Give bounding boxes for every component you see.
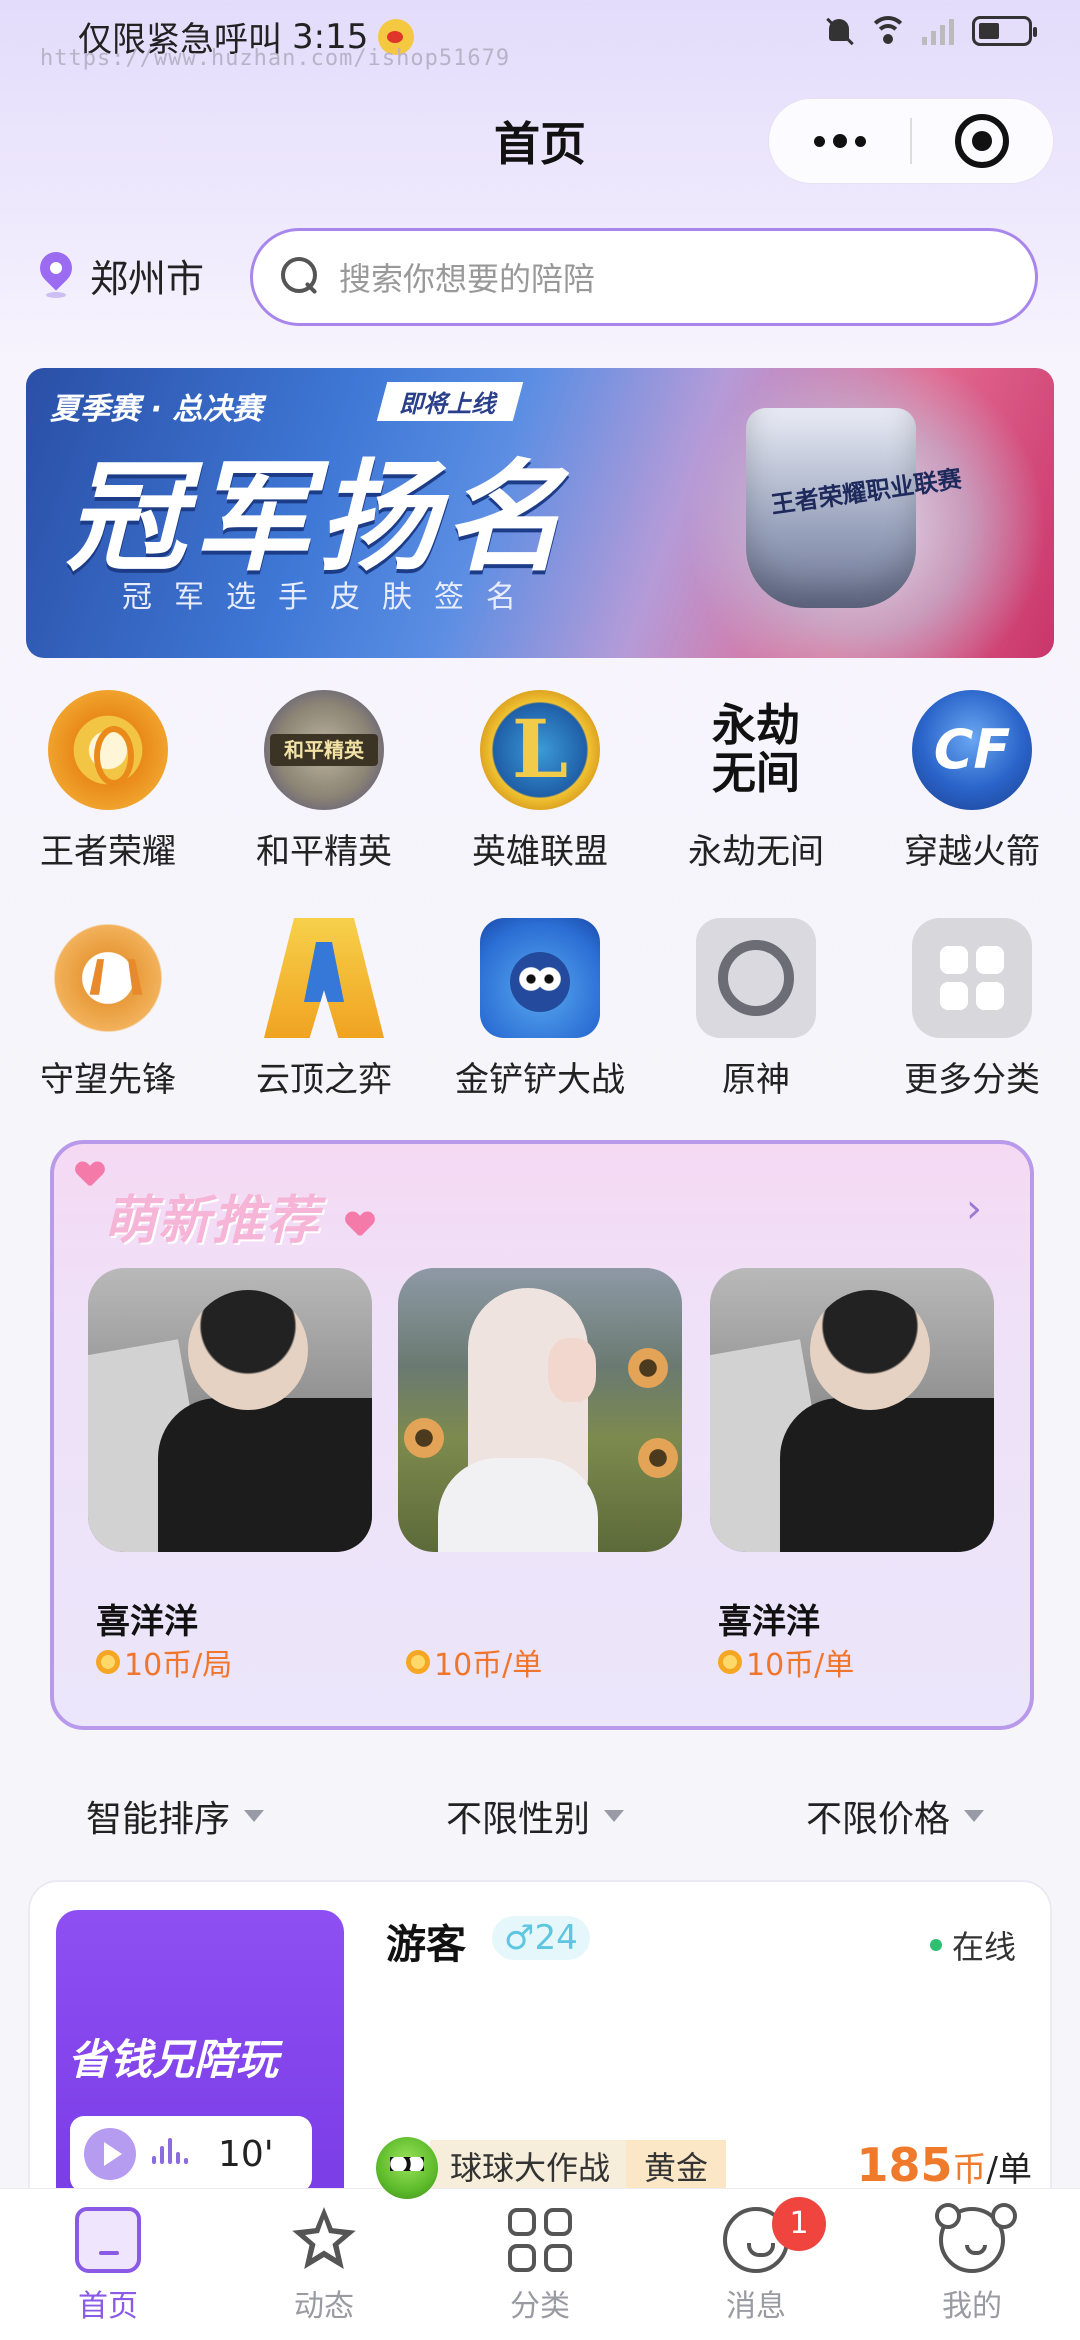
coin-icon <box>96 1650 120 1674</box>
tab-home[interactable]: 首页 <box>0 2189 216 2340</box>
wifi-icon <box>868 16 908 46</box>
tab-category[interactable]: 分类 <box>432 2189 648 2340</box>
search-icon <box>281 257 321 297</box>
avatar-photo <box>710 1268 994 1552</box>
recommend-title: 萌新推荐 <box>104 1191 321 1251</box>
game-item-naraka[interactable]: 永劫无间 永劫无间 <box>656 690 856 873</box>
search-bar[interactable]: 搜索你想要的陪陪 <box>250 228 1038 326</box>
game-item-genshin[interactable]: 原神 <box>656 918 856 1101</box>
overwatch-icon <box>48 918 168 1038</box>
coin-icon <box>718 1650 742 1674</box>
game-item-tft[interactable]: 云顶之弈 <box>224 918 424 1101</box>
dot-icon <box>854 135 866 147</box>
heart-icon <box>76 1162 102 1186</box>
grid-icon <box>507 2207 573 2273</box>
promo-text: 省钱兄陪玩 <box>68 2035 279 2084</box>
voice-length: 10' <box>218 2133 274 2175</box>
player-name: 游客 <box>386 1922 466 1968</box>
banner-subline: 冠军选手皮肤签名 <box>122 580 538 615</box>
golden-spatula-icon <box>480 918 600 1038</box>
bear-face-icon <box>935 2203 1005 2273</box>
game-item-golden-spatula[interactable]: 金铲铲大战 <box>440 918 640 1101</box>
gender-filter[interactable]: 不限性别 <box>446 1790 625 1842</box>
recommend-item[interactable]: 喜洋洋 10币/单 <box>710 1268 994 1684</box>
genshin-icon <box>696 918 816 1038</box>
promo-banner[interactable]: 王者荣耀职业联赛 夏季赛 · 总决赛 即将上线 冠军扬名 冠军选手皮肤签名 <box>26 368 1054 658</box>
tab-profile[interactable]: 我的 <box>864 2189 1080 2340</box>
play-icon <box>84 2128 136 2180</box>
more-options-button[interactable] <box>769 98 910 184</box>
dot-icon <box>832 134 847 148</box>
mini-program-capsule <box>768 98 1054 184</box>
waveform-icon <box>152 2136 192 2172</box>
recommend-item[interactable]: 喜洋洋 10币/局 <box>88 1268 372 1684</box>
game-item-lol[interactable]: 英雄联盟 <box>440 690 640 873</box>
watermark-text: https://www.huzhan.com/ishop51679 <box>40 46 511 71</box>
target-close-icon <box>955 114 1010 168</box>
caret-down-icon <box>604 1810 625 1822</box>
tab-feed[interactable]: 动态 <box>216 2189 432 2340</box>
star-icon <box>292 2207 356 2270</box>
sort-filter[interactable]: 智能排序 <box>86 1790 265 1842</box>
online-status: 在线 <box>930 1922 1016 1968</box>
signal-icon <box>922 17 958 45</box>
naraka-icon: 永劫无间 <box>712 700 800 799</box>
crossfire-icon <box>912 690 1032 810</box>
gender-age-badge: ♂24 <box>492 1916 590 1960</box>
game-item-crossfire[interactable]: 穿越火箭 <box>872 690 1072 873</box>
search-input[interactable]: 搜索你想要的陪陪 <box>339 254 595 300</box>
league-of-legends-icon <box>480 690 600 810</box>
caret-down-icon <box>244 1810 265 1822</box>
game-item-peace-elite[interactable]: 和平精英 和平精英 <box>224 690 424 873</box>
game-item-more[interactable]: 更多分类 <box>872 918 1072 1101</box>
price-filter[interactable]: 不限价格 <box>806 1790 985 1842</box>
avatar-photo <box>88 1268 372 1552</box>
player-price: 185 币 /单 <box>856 2138 1033 2192</box>
chevron-right-icon[interactable]: › <box>966 1186 982 1232</box>
dot-icon <box>813 135 825 147</box>
banner-headline: 冠军扬名 <box>66 449 570 588</box>
caret-down-icon <box>964 1810 985 1822</box>
bottom-tab-bar: 首页 动态 分类 1 消息 我的 <box>0 2188 1080 2340</box>
tab-messages[interactable]: 1 消息 <box>648 2189 864 2340</box>
location-selector[interactable]: 郑州市 <box>38 248 204 303</box>
tft-icon <box>264 918 384 1038</box>
heart-icon <box>346 1212 372 1236</box>
game-item-king-glory[interactable]: 王者荣耀 <box>8 690 208 873</box>
online-dot-icon <box>930 1939 942 1951</box>
king-glory-icon <box>48 690 168 810</box>
home-icon <box>75 2207 141 2273</box>
more-grid-icon <box>912 918 1032 1038</box>
coin-icon <box>406 1650 430 1674</box>
close-mini-program-button[interactable] <box>912 98 1053 184</box>
battery-icon <box>972 16 1037 46</box>
city-label: 郑州市 <box>90 257 205 301</box>
location-pin-icon <box>38 252 74 300</box>
banner-pill: 即将上线 <box>376 382 524 421</box>
voice-intro-button[interactable]: 10' <box>70 2116 312 2192</box>
unread-badge: 1 <box>772 2197 826 2251</box>
recommend-item[interactable]: 10币/单 <box>398 1268 682 1684</box>
status-bar: 仅限紧急呼叫 3:15 https://www.huzhan.com/ishop5… <box>0 0 1080 80</box>
ball-battle-icon <box>376 2137 438 2199</box>
avatar-photo <box>398 1268 682 1552</box>
peace-elite-icon: 和平精英 <box>264 690 384 810</box>
game-item-overwatch[interactable]: 守望先锋 <box>8 918 208 1101</box>
mute-bell-icon <box>824 16 854 46</box>
player-promo-image: 省钱兄陪玩 10' <box>56 1910 344 2200</box>
